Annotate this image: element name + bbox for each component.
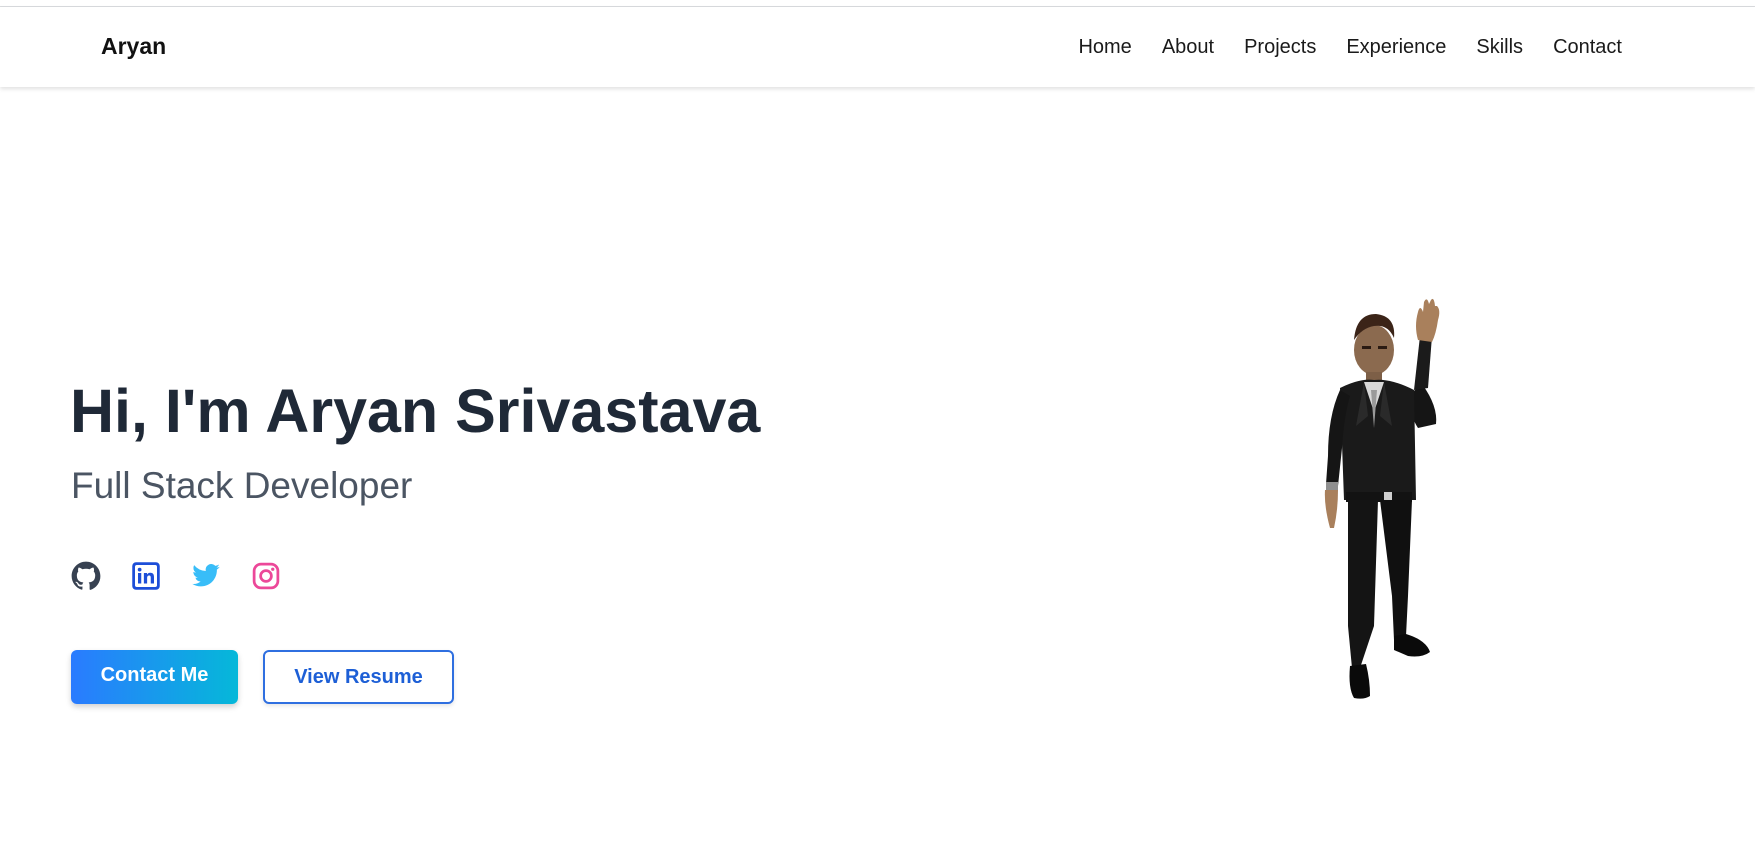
contact-me-button[interactable]: Contact Me	[71, 650, 238, 704]
brand-logo[interactable]: Aryan	[101, 35, 166, 58]
nav-item-projects: Projects	[1244, 37, 1316, 58]
nav-link-skills[interactable]: Skills	[1476, 36, 1523, 58]
nav-link-contact[interactable]: Contact	[1553, 36, 1622, 58]
hero-subtitle: Full Stack Developer	[71, 465, 413, 506]
avatar-3d-character	[1310, 296, 1470, 710]
nav-link-about[interactable]: About	[1162, 36, 1214, 58]
navbar: Aryan Home About Projects Experience Ski…	[0, 7, 1755, 87]
nav-menu: Home About Projects Experience Skills Co…	[1078, 37, 1622, 58]
nav-link-home[interactable]: Home	[1078, 36, 1131, 58]
hero-title: Hi, I'm Aryan Srivastava	[70, 377, 761, 445]
hero-actions: Contact Me View Resume	[71, 650, 454, 704]
nav-item-about: About	[1162, 37, 1214, 58]
linkedin-icon[interactable]	[131, 561, 161, 591]
view-resume-button[interactable]: View Resume	[263, 650, 454, 704]
nav-item-skills: Skills	[1476, 37, 1523, 58]
social-links	[71, 561, 281, 591]
twitter-icon[interactable]	[191, 561, 221, 591]
nav-item-experience: Experience	[1346, 37, 1446, 58]
nav-item-contact: Contact	[1553, 37, 1622, 58]
nav-link-experience[interactable]: Experience	[1346, 36, 1446, 58]
nav-link-projects[interactable]: Projects	[1244, 36, 1316, 58]
hero-section: Hi, I'm Aryan Srivastava Full Stack Deve…	[0, 87, 1755, 847]
instagram-icon[interactable]	[251, 561, 281, 591]
github-icon[interactable]	[71, 561, 101, 591]
nav-item-home: Home	[1078, 37, 1131, 58]
